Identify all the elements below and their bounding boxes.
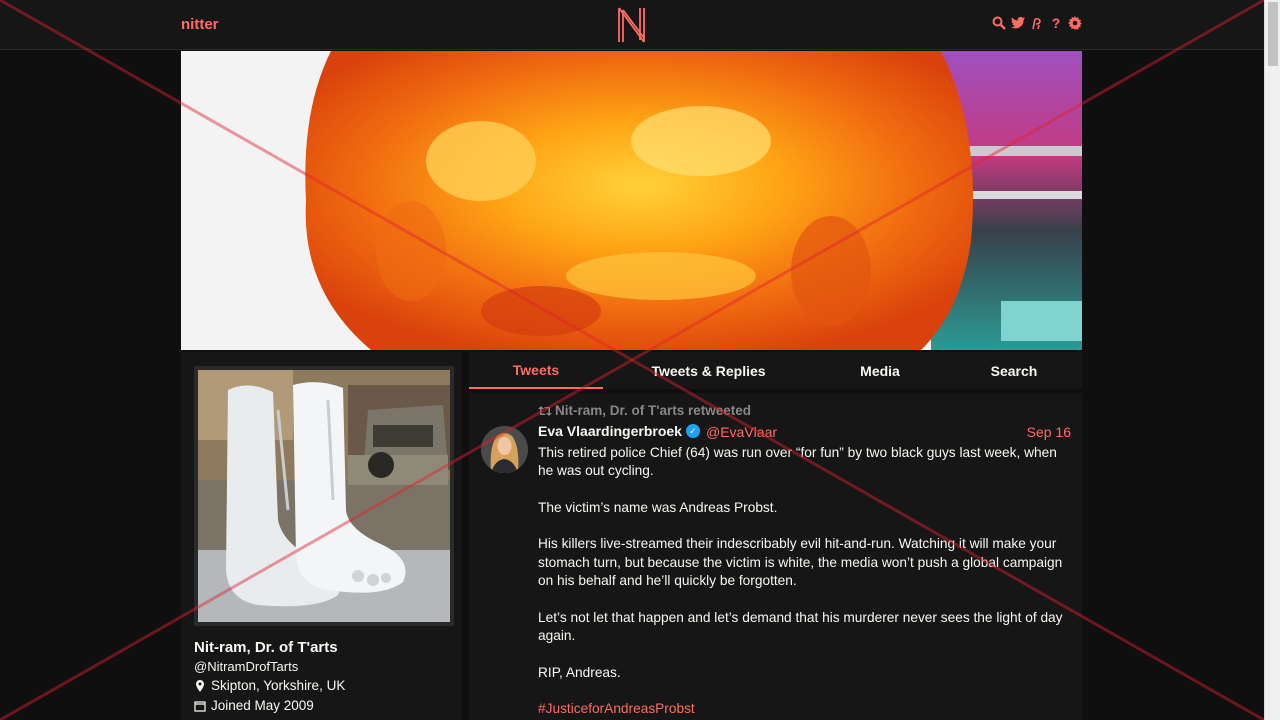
tweet-date[interactable]: Sep 16 — [1027, 424, 1071, 440]
calendar-icon — [194, 700, 206, 712]
tweet-avatar-image — [481, 426, 528, 473]
tweet-hashtag-link[interactable]: #JusticeforAndreasProbst — [538, 701, 695, 716]
timeline: Nit-ram, Dr. of T'arts retweeted Eva Vla… — [469, 393, 1082, 720]
tweet-avatar[interactable] — [481, 426, 528, 473]
scrollbar-thumb[interactable] — [1268, 2, 1278, 66]
banner-image — [181, 51, 1082, 350]
retweet-icon — [538, 405, 552, 416]
twitter-bird-icon[interactable] — [1011, 15, 1025, 31]
tab-search[interactable]: Search — [969, 352, 1059, 389]
joined-text: Joined May 2009 — [211, 698, 314, 713]
tab-tweets-and-replies[interactable]: Tweets & Replies — [639, 352, 778, 389]
verified-badge-icon: ✓ — [685, 424, 700, 438]
tweet-paragraph: Let’s not let that happen and let’s dema… — [538, 609, 1063, 643]
location-pin-icon — [196, 679, 204, 692]
profile-joined: Joined May 2009 — [194, 698, 314, 713]
tweet-fullname[interactable]: Eva Vlaardingerbroek — [538, 423, 682, 439]
profile-card: Nit-ram, Dr. of T'arts @NitramDrofTarts … — [181, 352, 462, 720]
gear-icon[interactable] — [1068, 15, 1082, 31]
top-navbar: nitter ? — [0, 0, 1264, 50]
nitter-logo-icon[interactable] — [616, 6, 647, 44]
tweet-paragraph: RIP, Andreas. — [538, 664, 621, 680]
page-scrollbar[interactable] — [1264, 0, 1280, 720]
profile-fullname[interactable]: Nit-ram, Dr. of T'arts — [194, 639, 338, 656]
tweet-author: Eva Vlaardingerbroek ✓ — [538, 423, 700, 439]
avatar-image — [198, 370, 450, 622]
tab-tweets[interactable]: Tweets — [469, 352, 603, 389]
tab-media[interactable]: Media — [835, 352, 925, 389]
tweet-paragraph: His killers live-streamed their indescri… — [538, 536, 1063, 589]
nitter-home-link[interactable]: nitter — [181, 16, 219, 33]
timeline-tabs: Tweets Tweets & Replies Media Search — [469, 352, 1082, 389]
nav-icon-group: ? — [992, 15, 1082, 31]
search-icon[interactable] — [992, 15, 1006, 31]
retweet-header: Nit-ram, Dr. of T'arts retweeted — [538, 403, 751, 418]
rss-icon[interactable] — [1030, 15, 1044, 31]
tweet-username[interactable]: @EvaVlaar — [706, 424, 777, 440]
retweet-label[interactable]: Nit-ram, Dr. of T'arts retweeted — [555, 403, 751, 418]
location-text: Skipton, Yorkshire, UK — [211, 678, 346, 693]
profile-username[interactable]: @NitramDrofTarts — [194, 659, 298, 674]
profile-banner[interactable] — [181, 51, 1082, 350]
tweet-paragraph: This retired police Chief (64) was run o… — [538, 445, 1057, 479]
profile-avatar[interactable] — [194, 366, 454, 626]
profile-location: Skipton, Yorkshire, UK — [194, 678, 345, 693]
help-icon[interactable]: ? — [1049, 15, 1063, 31]
tweet-content: This retired police Chief (64) was run o… — [538, 444, 1071, 720]
tweet-paragraph: The victim’s name was Andreas Probst. — [538, 499, 778, 515]
